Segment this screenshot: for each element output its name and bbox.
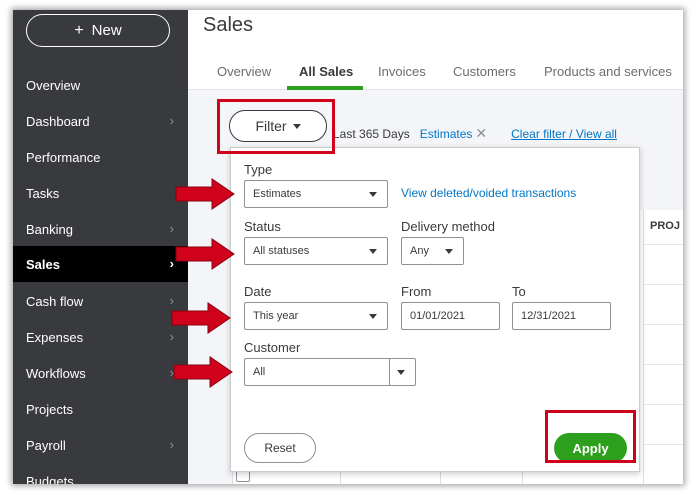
caret-down-icon <box>397 370 405 375</box>
caret-down-icon <box>445 249 453 254</box>
sidebar-item-projects[interactable]: Projects <box>13 391 188 427</box>
sidebar-item-performance[interactable]: Performance <box>13 139 188 175</box>
page-title: Sales <box>203 14 254 36</box>
apply-highlight-box <box>545 410 636 463</box>
date-label: Date <box>244 284 272 299</box>
sidebar-item-label: Payroll <box>26 437 66 453</box>
sidebar-item-banking[interactable]: Banking › <box>13 211 188 247</box>
to-date-value: 12/31/2021 <box>521 310 577 322</box>
from-date-input[interactable]: 01/01/2021 <box>401 302 500 330</box>
sidebar-item-label: Overview <box>26 77 81 93</box>
table-row-divider <box>643 244 683 245</box>
to-label: To <box>512 284 526 299</box>
sidebar-item-label: Tasks <box>26 185 60 201</box>
tab-invoices[interactable]: Invoices <box>378 64 426 79</box>
sidebar-item-expenses[interactable]: Expenses › <box>13 319 188 355</box>
column-header-proj[interactable]: PROJ <box>650 220 680 232</box>
reset-button[interactable]: Reset <box>244 433 316 463</box>
tab-overview[interactable]: Overview <box>217 64 271 79</box>
period-chip: Last 365 Days <box>333 126 410 141</box>
active-filters: Last 365 Days Estimates ✕ Clear filter /… <box>333 125 617 142</box>
sidebar-item-label: Performance <box>26 149 101 165</box>
type-select[interactable]: Estimates <box>244 180 388 208</box>
sidebar-item-workflows[interactable]: Workflows › <box>13 355 188 391</box>
delivery-method-value: Any <box>410 245 429 257</box>
chevron-right-icon: › <box>169 113 174 128</box>
sidebar-item-sales[interactable]: Sales › <box>13 246 188 282</box>
customer-select[interactable]: All <box>244 358 416 386</box>
filter-highlight-box <box>217 99 335 154</box>
view-deleted-link[interactable]: View deleted/voided transactions <box>401 186 576 200</box>
type-label: Type <box>244 162 273 177</box>
caret-down-icon <box>369 249 377 254</box>
tab-customers[interactable]: Customers <box>453 64 516 79</box>
red-arrow-icon <box>175 238 235 270</box>
chevron-right-icon: › <box>169 221 174 236</box>
sidebar-item-label: Banking <box>26 221 73 237</box>
page-header: Sales Overview All Sales Invoices Custom… <box>188 10 683 90</box>
app-window: + New Overview Dashboard › Performance T… <box>13 10 683 484</box>
table-row-divider <box>643 284 683 285</box>
status-select-value: All statuses <box>253 245 310 257</box>
customer-select-value: All <box>253 366 266 378</box>
table-row-divider <box>643 324 683 325</box>
red-arrow-icon <box>173 356 233 388</box>
caret-down-icon <box>369 192 377 197</box>
clear-filter-link[interactable]: Clear filter / View all <box>511 127 617 141</box>
sidebar-item-label: Cash flow <box>26 293 84 309</box>
delivery-method-label: Delivery method <box>401 219 495 234</box>
new-button-label: New <box>91 22 122 39</box>
date-select-value: This year <box>253 310 299 322</box>
sidebar-item-tasks[interactable]: Tasks <box>13 175 188 211</box>
sidebar-item-label: Sales <box>26 256 60 272</box>
table-row-divider <box>643 404 683 405</box>
type-chip: Estimates <box>419 126 473 141</box>
red-arrow-icon <box>175 178 235 210</box>
type-select-value: Estimates <box>253 188 302 200</box>
sidebar-item-payroll[interactable]: Payroll › <box>13 427 188 463</box>
plus-icon: + <box>74 21 84 39</box>
date-select[interactable]: This year <box>244 302 388 330</box>
from-date-value: 01/01/2021 <box>410 310 466 322</box>
active-tab-indicator <box>287 86 363 90</box>
sidebar-item-label: Expenses <box>26 329 84 345</box>
delivery-method-select[interactable]: Any <box>401 237 464 265</box>
red-arrow-icon <box>171 302 231 334</box>
sidebar-item-label: Workflows <box>26 365 86 381</box>
from-label: From <box>401 284 432 299</box>
table-row-divider <box>643 364 683 365</box>
tab-products-and-services[interactable]: Products and services <box>544 64 672 79</box>
new-button[interactable]: + New <box>26 14 170 47</box>
status-label: Status <box>244 219 281 234</box>
sidebar-item-label: Budgets <box>26 473 74 485</box>
close-icon[interactable]: ✕ <box>475 125 487 142</box>
sidebar-item-label: Projects <box>26 401 73 417</box>
tab-all-sales[interactable]: All Sales <box>299 64 353 79</box>
status-select[interactable]: All statuses <box>244 237 388 265</box>
sidebar: + New Overview Dashboard › Performance T… <box>13 10 188 484</box>
chevron-right-icon: › <box>169 437 174 452</box>
table-row-divider <box>643 444 683 445</box>
select-divider <box>389 359 390 385</box>
to-date-input[interactable]: 12/31/2021 <box>512 302 611 330</box>
sidebar-item-dashboard[interactable]: Dashboard › <box>13 103 188 139</box>
sidebar-item-cash-flow[interactable]: Cash flow › <box>13 283 188 319</box>
customer-label: Customer <box>244 340 301 355</box>
caret-down-icon <box>369 314 377 319</box>
table-column-proj <box>643 210 683 484</box>
sidebar-item-label: Dashboard <box>26 113 90 129</box>
sidebar-item-budgets[interactable]: Budgets <box>13 463 188 485</box>
sidebar-item-overview[interactable]: Overview <box>13 67 188 103</box>
